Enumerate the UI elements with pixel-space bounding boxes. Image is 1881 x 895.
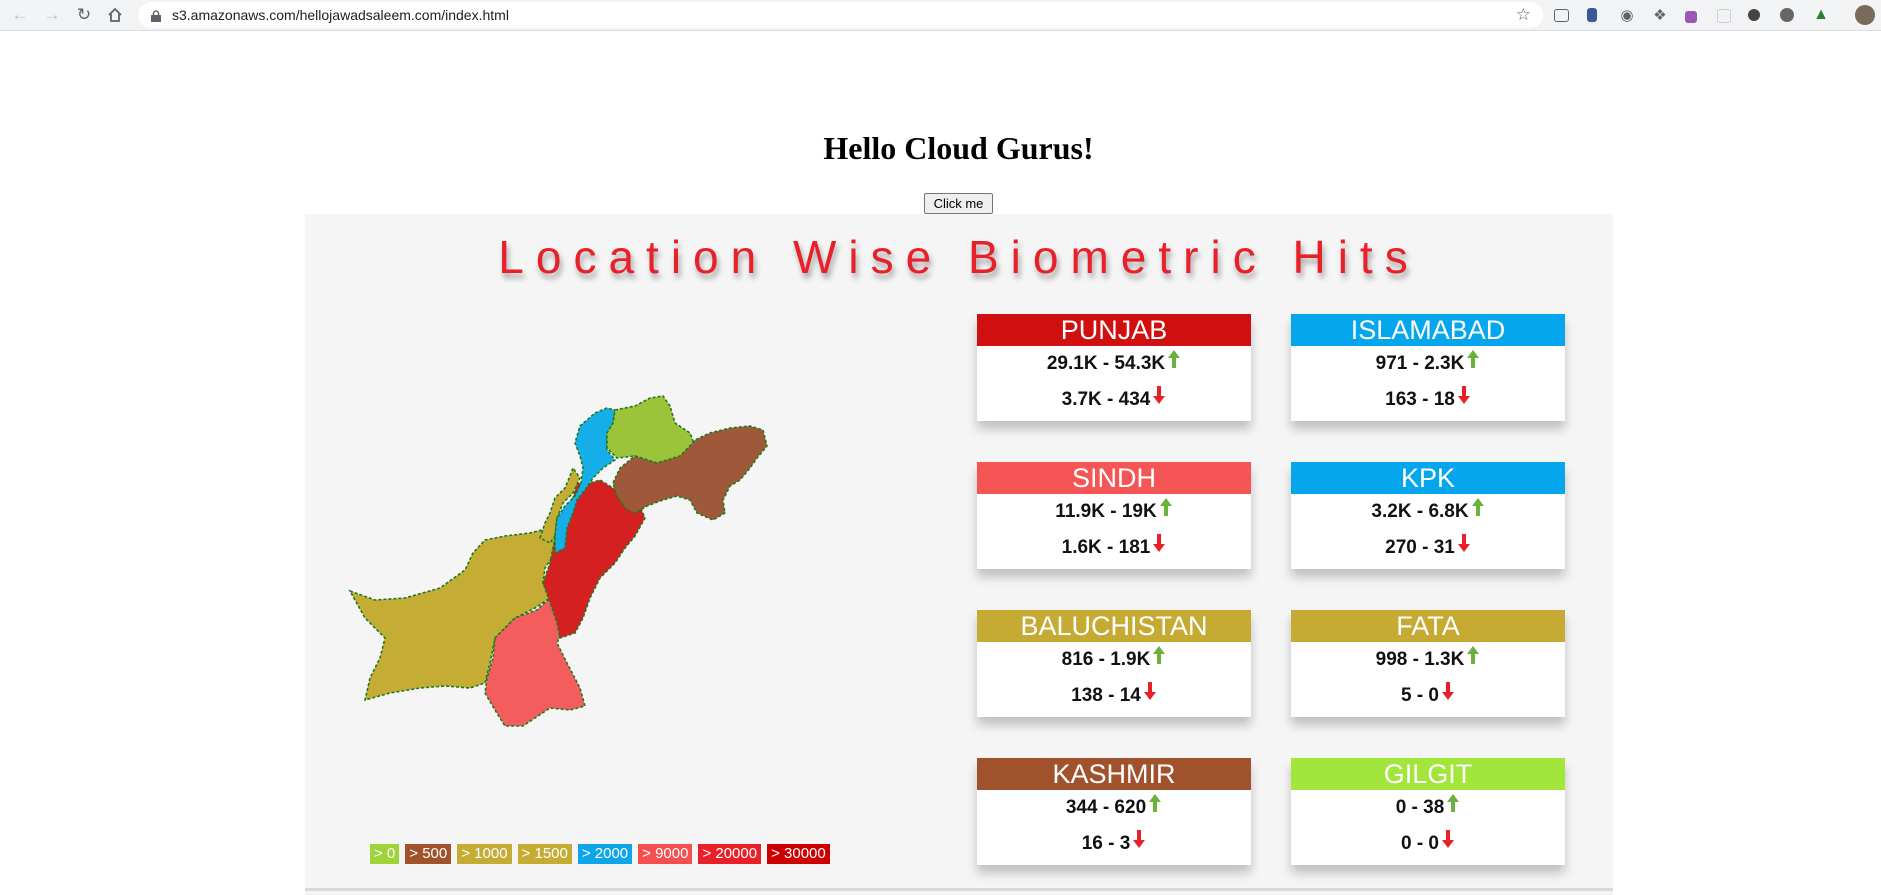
hits-down-value: 0 - 0 <box>1400 833 1440 854</box>
arrow-up-icon <box>1446 790 1460 826</box>
page-title: Hello Cloud Gurus! <box>823 130 1094 166</box>
arrow-down-icon <box>1441 826 1455 862</box>
arrow-down-icon <box>1441 678 1455 714</box>
profile-avatar[interactable] <box>1855 5 1875 25</box>
region-card-kpk: KPK 3.2K - 6.8K 270 - 31 <box>1291 462 1565 569</box>
hits-up-row: 344 - 620 <box>977 790 1251 826</box>
pakistan-map <box>348 395 768 727</box>
dashboard-title: Location Wise Biometric Hits <box>498 231 1420 283</box>
home-icon[interactable] <box>105 5 125 25</box>
hits-up-value: 11.9K - 19K <box>1055 501 1157 522</box>
url-text: s3.amazonaws.com/hellojawadsaleem.com/in… <box>172 7 509 23</box>
hits-down-value: 270 - 31 <box>1385 537 1455 558</box>
legend-item: > 1000 <box>457 844 512 864</box>
hits-down-value: 5 - 0 <box>1400 685 1440 706</box>
region-card-title: KASHMIR <box>977 758 1251 790</box>
legend-item: > 0 <box>370 844 400 864</box>
map-legend: > 0 > 500 > 1000 > 1500 > 2000 > 9000 > 20000 >… <box>370 844 830 864</box>
grid-extension-icon[interactable] <box>1717 9 1731 23</box>
arrow-down-icon <box>1132 826 1146 862</box>
arrow-up-icon <box>1148 790 1162 826</box>
screenshot-extension-icon[interactable] <box>1554 9 1569 22</box>
region-card-baluchistan: BALUCHISTAN 816 - 1.9K 138 - 14 <box>977 610 1251 717</box>
arrow-down-icon <box>1457 382 1471 418</box>
hits-up-value: 816 - 1.9K <box>1061 649 1151 670</box>
tag-extension-icon[interactable]: ❖ <box>1651 6 1669 24</box>
region-card-title: GILGIT <box>1291 758 1565 790</box>
hits-down-row: 270 - 31 <box>1291 530 1565 566</box>
legend-item: > 30000 <box>767 844 830 864</box>
region-card-title: SINDH <box>977 462 1251 494</box>
arrow-up-icon <box>1466 642 1480 678</box>
devtools-extension-icon[interactable] <box>1685 11 1697 23</box>
region-card-title: BALUCHISTAN <box>977 610 1251 642</box>
legend-item: > 9000 <box>638 844 693 864</box>
hits-down-value: 3.7K - 434 <box>1061 389 1151 410</box>
address-bar[interactable]: s3.amazonaws.com/hellojawadsaleem.com/in… <box>138 2 1543 28</box>
hits-up-row: 11.9K - 19K <box>977 494 1251 530</box>
back-icon[interactable]: ← <box>10 5 30 25</box>
hits-down-row: 16 - 3 <box>977 826 1251 862</box>
region-card-punjab: PUNJAB 29.1K - 54.3K 3.7K - 434 <box>977 314 1251 421</box>
hits-down-row: 163 - 18 <box>1291 382 1565 418</box>
hits-down-row: 3.7K - 434 <box>977 382 1251 418</box>
region-card-gilgit: GILGIT 0 - 38 0 - 0 <box>1291 758 1565 865</box>
hits-down-row: 138 - 14 <box>977 678 1251 714</box>
camera-extension-icon[interactable]: ◉ <box>1618 6 1636 24</box>
map-region-gilgit[interactable] <box>606 395 696 464</box>
arrow-down-icon <box>1143 678 1157 714</box>
region-card-sindh: SINDH 11.9K - 19K 1.6K - 181 <box>977 462 1251 569</box>
hits-up-row: 0 - 38 <box>1291 790 1565 826</box>
legend-item: > 2000 <box>577 844 633 864</box>
bookmark-star-icon[interactable]: ☆ <box>1516 5 1531 25</box>
hits-up-row: 971 - 2.3K <box>1291 346 1565 382</box>
panel-bottom-bar <box>305 888 1613 891</box>
lock-icon <box>151 9 161 27</box>
hits-up-value: 971 - 2.3K <box>1375 353 1465 374</box>
arrow-up-icon <box>1159 494 1173 530</box>
legend-item: > 500 <box>405 844 452 864</box>
hits-down-row: 0 - 0 <box>1291 826 1565 862</box>
hits-down-row: 1.6K - 181 <box>977 530 1251 566</box>
tree-extension-icon[interactable]: ▲ <box>1812 6 1830 24</box>
hits-up-value: 0 - 38 <box>1395 797 1445 818</box>
region-card-title: KPK <box>1291 462 1565 494</box>
hits-up-row: 29.1K - 54.3K <box>977 346 1251 382</box>
hits-down-value: 138 - 14 <box>1071 685 1141 706</box>
globe-extension-icon[interactable] <box>1780 8 1794 22</box>
arrow-down-icon <box>1457 530 1471 566</box>
click-me-button[interactable]: Click me <box>924 193 993 214</box>
arrow-down-icon <box>1152 530 1166 566</box>
hits-down-value: 163 - 18 <box>1385 389 1455 410</box>
hits-up-row: 998 - 1.3K <box>1291 642 1565 678</box>
hits-up-row: 3.2K - 6.8K <box>1291 494 1565 530</box>
region-card-islamabad: ISLAMABAD 971 - 2.3K 163 - 18 <box>1291 314 1565 421</box>
region-card-title: PUNJAB <box>977 314 1251 346</box>
hits-up-value: 344 - 620 <box>1065 797 1147 818</box>
arrow-down-icon <box>1152 382 1166 418</box>
region-card-title: FATA <box>1291 610 1565 642</box>
hits-up-value: 3.2K - 6.8K <box>1371 501 1469 522</box>
hits-down-value: 1.6K - 181 <box>1061 537 1151 558</box>
region-card-title: ISLAMABAD <box>1291 314 1565 346</box>
arrow-up-icon <box>1466 346 1480 382</box>
bookmark-extension-icon[interactable] <box>1587 8 1597 22</box>
browser-toolbar: ← → ↻ s3.amazonaws.com/hellojawadsaleem.… <box>0 0 1881 31</box>
legend-item: > 20000 <box>698 844 762 864</box>
reload-icon[interactable]: ↻ <box>74 5 94 25</box>
legend-item: > 1500 <box>517 844 572 864</box>
region-card-kashmir: KASHMIR 344 - 620 16 - 3 <box>977 758 1251 865</box>
hits-up-row: 816 - 1.9K <box>977 642 1251 678</box>
circle-extension-icon[interactable] <box>1748 9 1760 21</box>
hits-down-row: 5 - 0 <box>1291 678 1565 714</box>
hits-down-value: 16 - 3 <box>1081 833 1131 854</box>
region-card-fata: FATA 998 - 1.3K 5 - 0 <box>1291 610 1565 717</box>
arrow-up-icon <box>1152 642 1166 678</box>
arrow-up-icon <box>1167 346 1181 382</box>
arrow-up-icon <box>1471 494 1485 530</box>
hits-up-value: 29.1K - 54.3K <box>1046 353 1166 374</box>
hits-up-value: 998 - 1.3K <box>1375 649 1465 670</box>
forward-icon[interactable]: → <box>42 5 62 25</box>
